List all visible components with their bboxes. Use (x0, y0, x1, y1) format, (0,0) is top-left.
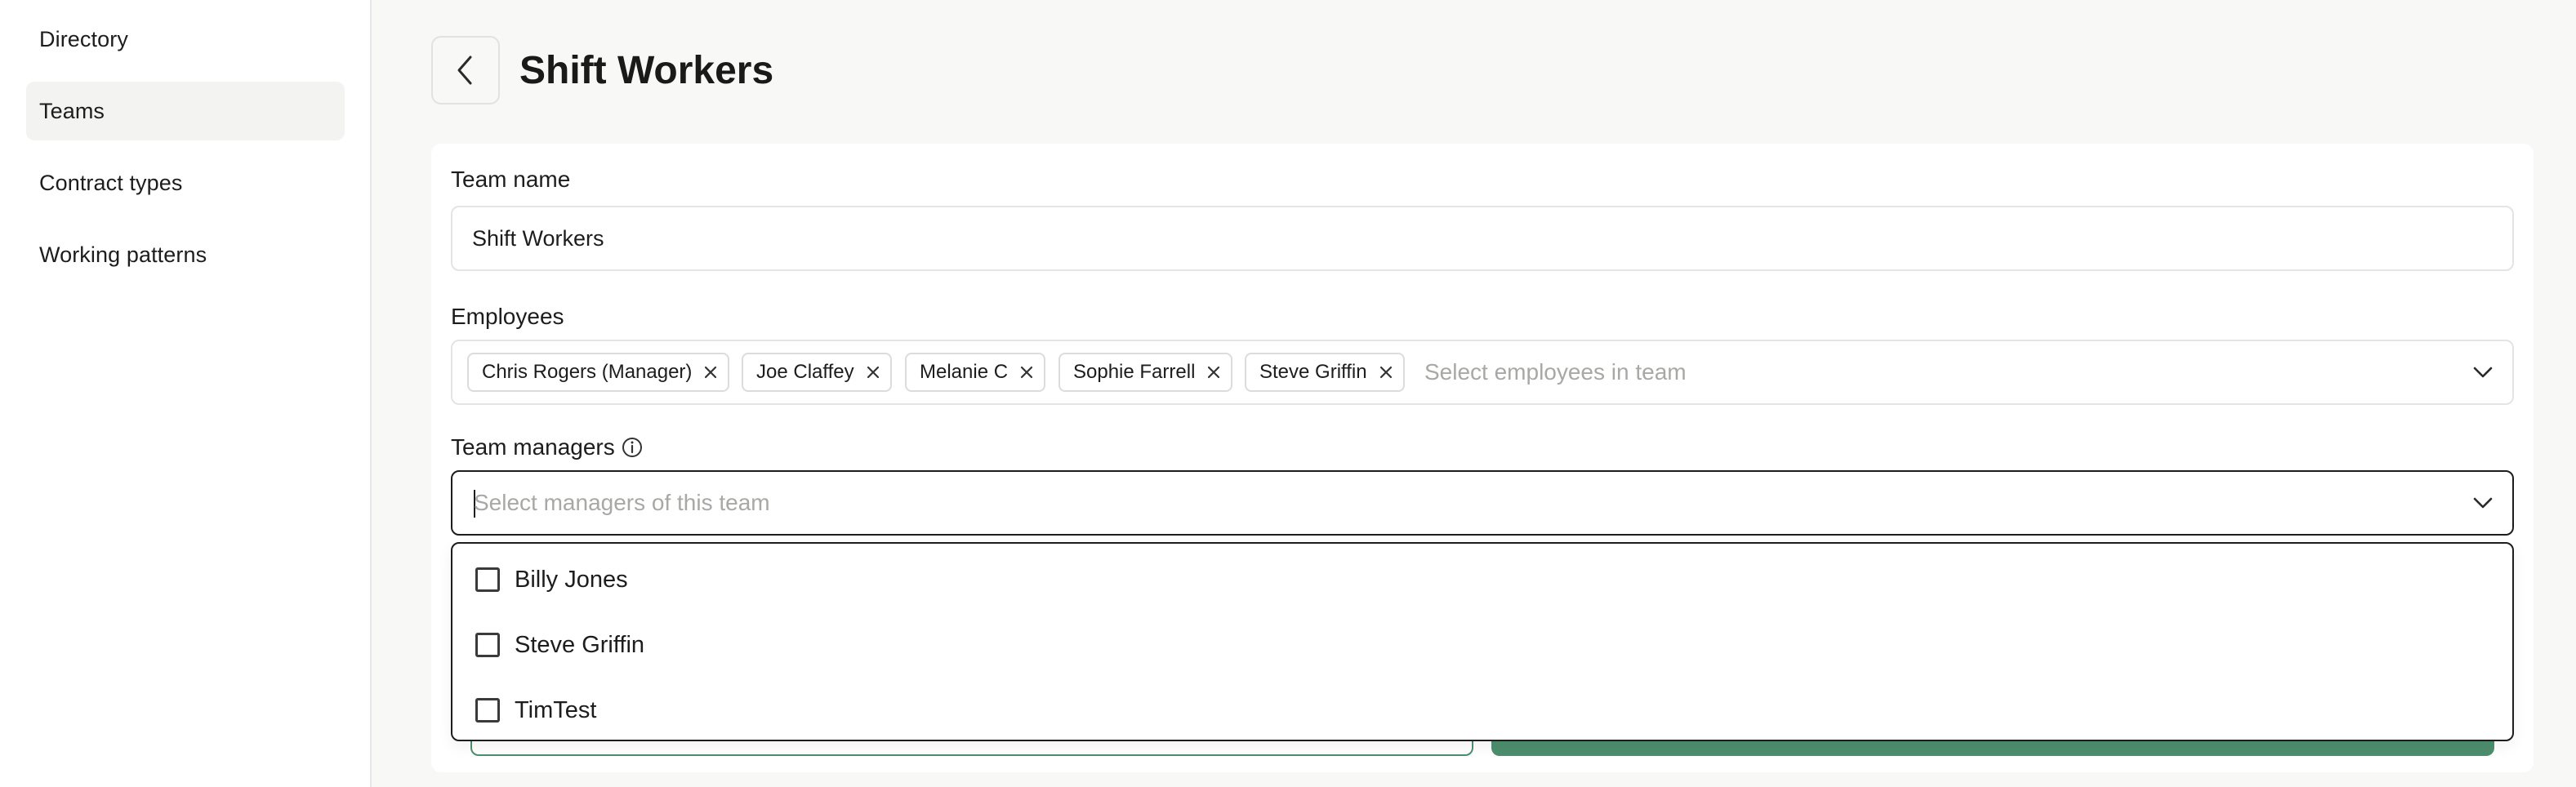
team-managers-label: Team managers (451, 434, 615, 460)
team-name-field[interactable]: Shift Workers (451, 206, 2514, 271)
employees-placeholder: Select employees in team (1424, 359, 1687, 385)
sidebar-item-label: Contract types (39, 170, 183, 195)
employee-chip: Sophie Farrell (1058, 353, 1233, 392)
option-label: TimTest (515, 696, 597, 723)
sidebar: Directory Teams Contract types Working p… (0, 0, 372, 787)
employee-chip-label: Steve Griffin (1259, 361, 1367, 383)
option-label: Billy Jones (515, 566, 628, 593)
checkbox[interactable] (475, 567, 500, 592)
team-managers-placeholder: Select managers of this team (474, 490, 770, 515)
chevron-left-icon (457, 56, 472, 85)
sidebar-item-label: Teams (39, 98, 105, 123)
employee-chip-label: Melanie C (920, 361, 1009, 383)
remove-chip-icon[interactable] (1206, 365, 1221, 380)
employee-chip: Steve Griffin (1245, 353, 1405, 392)
team-managers-dropdown: Billy Jones Steve Griffin TimTest (451, 542, 2514, 741)
sidebar-item-label: Working patterns (39, 242, 207, 267)
manager-option-steve-griffin[interactable]: Steve Griffin (452, 612, 2512, 678)
employees-label: Employees (451, 304, 564, 329)
remove-chip-icon[interactable] (866, 365, 880, 380)
remove-chip-icon[interactable] (1019, 365, 1034, 380)
sidebar-item-contract-types[interactable]: Contract types (26, 153, 345, 212)
sidebar-item-label: Directory (39, 26, 128, 51)
employee-chip: Chris Rogers (Manager) (467, 353, 730, 392)
employees-select[interactable]: Chris Rogers (Manager) Joe Claffey Melan… (451, 340, 2514, 405)
employee-chip-label: Sophie Farrell (1073, 361, 1196, 383)
chevron-down-icon[interactable] (2471, 491, 2494, 514)
info-icon[interactable] (621, 436, 644, 459)
app-root: Directory Teams Contract types Working p… (0, 0, 2576, 787)
back-button[interactable] (431, 36, 500, 104)
option-label: Steve Griffin (515, 631, 645, 658)
team-managers-select[interactable]: Select managers of this team (451, 470, 2514, 536)
manager-option-timtest[interactable]: TimTest (452, 678, 2512, 743)
checkbox[interactable] (475, 633, 500, 657)
remove-chip-icon[interactable] (703, 365, 718, 380)
chevron-down-icon[interactable] (2471, 361, 2494, 384)
team-name-value: Shift Workers (472, 225, 604, 251)
manager-option-billy-jones[interactable]: Billy Jones (452, 547, 2512, 612)
sidebar-item-teams[interactable]: Teams (26, 82, 345, 140)
team-name-label: Team name (451, 167, 571, 192)
employee-chip: Joe Claffey (742, 353, 892, 392)
sidebar-item-working-patterns[interactable]: Working patterns (26, 225, 345, 284)
page-title: Shift Workers (519, 49, 774, 92)
remove-chip-icon[interactable] (1379, 365, 1393, 380)
employee-chip-label: Joe Claffey (756, 361, 854, 383)
sidebar-item-directory[interactable]: Directory (26, 10, 345, 69)
checkbox[interactable] (475, 698, 500, 723)
employee-chip-label: Chris Rogers (Manager) (482, 361, 693, 383)
employee-chip: Melanie C (905, 353, 1046, 392)
